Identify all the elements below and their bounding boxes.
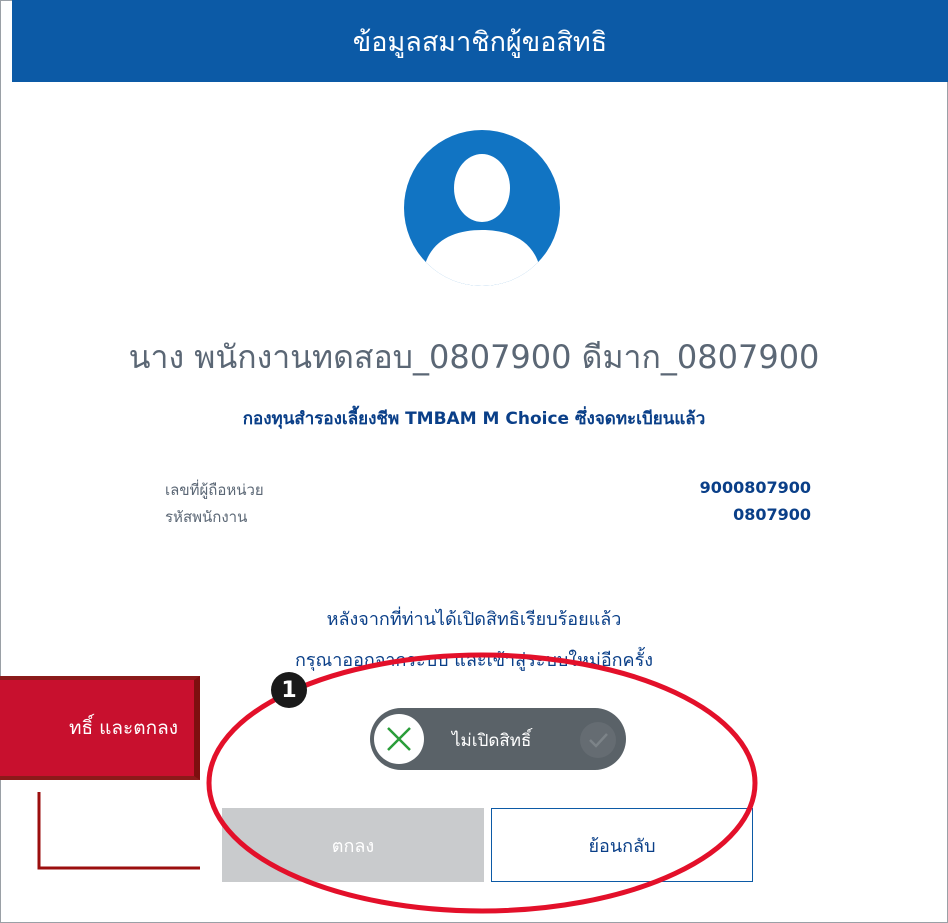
modal-header: ข้อมูลสมาชิกผู้ขอสิทธิ (12, 0, 948, 82)
modal-title: ข้อมูลสมาชิกผู้ขอสิทธิ (352, 26, 608, 58)
note-line-1: หลังจากที่ท่านได้เปิดสิทธิเรียบร้อยแล้ว (326, 609, 622, 630)
member-name: นาง พนักงานทดสอบ_0807900 ดีมาก_0807900 (128, 338, 820, 376)
callout-text: ทธิ์ และตกลง (68, 717, 178, 739)
employee-id-value: 0807900 (733, 505, 811, 524)
employee-id-label: รหัสพนักงาน (165, 508, 248, 526)
avatar-icon (404, 130, 560, 286)
unit-holder-label: เลขที่ผู้ถือหน่วย (165, 481, 264, 499)
fund-name: กองทุนสำรองเลี้ยงชีพ TMBAM M Choice ซึ่ง… (242, 409, 706, 429)
instruction-callout: ทธิ์ และตกลง (0, 676, 200, 780)
step-badge: 1 (271, 672, 307, 708)
unit-holder-value: 9000807900 (699, 478, 811, 497)
callout-connector (37, 792, 200, 870)
